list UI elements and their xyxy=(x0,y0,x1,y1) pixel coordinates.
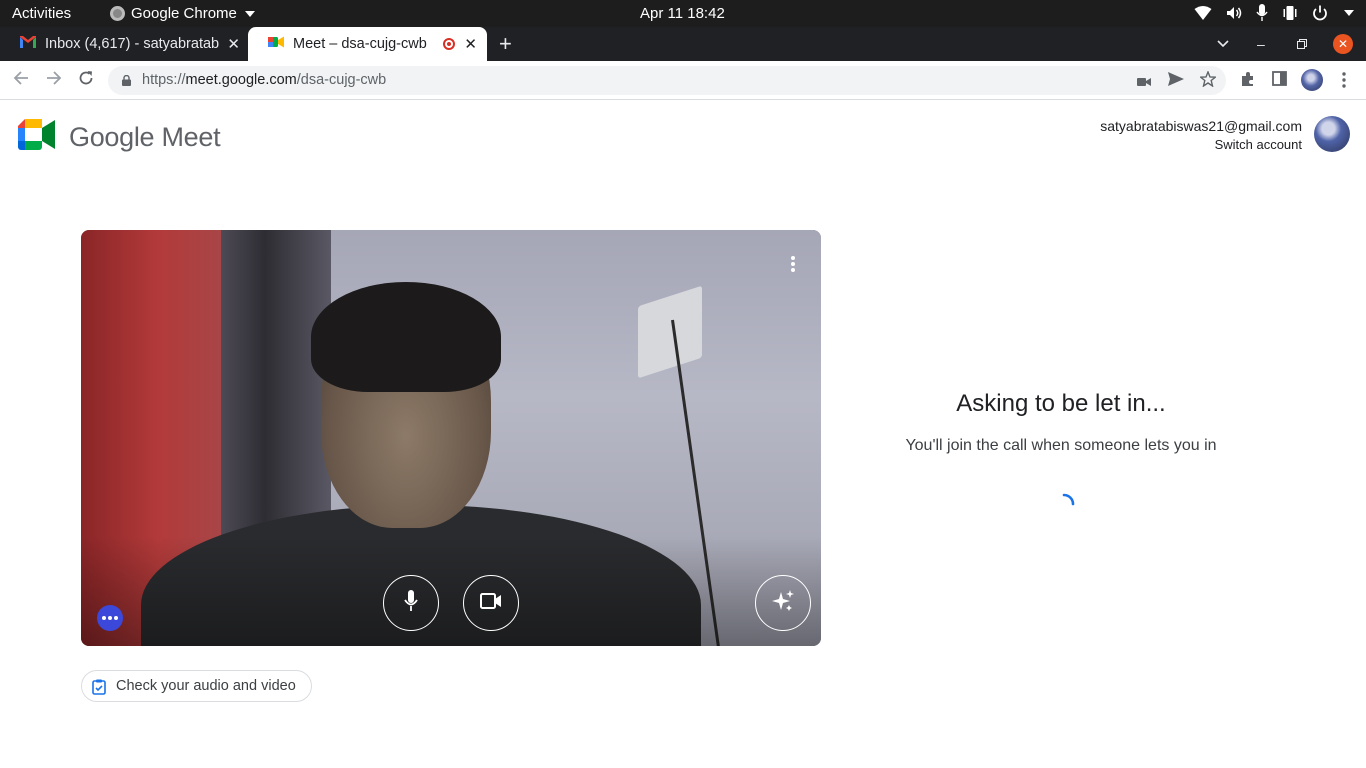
tab-search-icon[interactable] xyxy=(1217,27,1229,61)
google-meet-logo[interactable]: Google Meet xyxy=(18,119,221,155)
effects-menu-button[interactable] xyxy=(97,605,123,631)
account-info: satyabratabiswas21@gmail.com Switch acco… xyxy=(1100,118,1302,152)
microphone-icon xyxy=(1256,4,1268,21)
sparkle-icon xyxy=(771,589,795,618)
omnibox[interactable]: https://meet.google.com/dsa-cujg-cwb xyxy=(108,66,1226,95)
person-silhouette xyxy=(311,282,501,392)
close-window-icon[interactable]: ✕ xyxy=(1333,34,1353,54)
app-menu[interactable]: Google Chrome xyxy=(110,5,255,22)
side-panel-icon[interactable] xyxy=(1272,71,1287,91)
vibrate-icon xyxy=(1282,5,1298,21)
visual-effects-button[interactable] xyxy=(755,575,811,631)
status-title: Asking to be let in... xyxy=(956,390,1166,417)
account-avatar[interactable] xyxy=(1314,116,1350,152)
more-options-icon[interactable] xyxy=(785,254,801,274)
lock-icon[interactable] xyxy=(122,74,131,86)
forward-icon[interactable] xyxy=(46,70,62,91)
tab-title: Inbox (4,617) - satyabratabiswas21@gmail… xyxy=(45,36,219,52)
clock[interactable]: Apr 11 18:42 xyxy=(640,5,725,22)
os-top-bar: Activities Google Chrome Apr 11 18:42 xyxy=(0,0,1366,27)
reload-icon[interactable] xyxy=(78,70,94,91)
close-tab-icon[interactable]: ✕ xyxy=(464,35,477,53)
tab-inbox[interactable]: Inbox (4,617) - satyabratabiswas21@gmail… xyxy=(0,27,250,61)
video-camera-icon xyxy=(480,592,502,614)
volume-icon xyxy=(1226,5,1242,21)
close-tab-icon[interactable]: ✕ xyxy=(227,35,240,53)
browser-toolbar: https://meet.google.com/dsa-cujg-cwb xyxy=(0,61,1366,100)
restore-icon[interactable] xyxy=(1297,27,1307,61)
gmail-icon xyxy=(20,36,36,52)
tab-strip: Inbox (4,617) - satyabratabiswas21@gmail… xyxy=(0,27,1366,61)
bookmark-star-icon[interactable] xyxy=(1198,70,1218,92)
wifi-icon xyxy=(1194,5,1212,21)
meet-logo-icon xyxy=(18,119,55,155)
video-shade xyxy=(81,536,821,646)
chrome-menu-icon[interactable] xyxy=(1342,72,1346,93)
power-icon xyxy=(1312,5,1328,21)
microphone-icon xyxy=(404,589,418,617)
back-icon[interactable] xyxy=(13,70,29,91)
profile-avatar[interactable] xyxy=(1301,69,1323,91)
activities-button[interactable]: Activities xyxy=(12,5,71,22)
brand-name: Google Meet xyxy=(69,121,221,152)
recording-indicator-icon xyxy=(443,38,455,50)
tab-title: Meet – dsa-cujg-cwb xyxy=(293,36,427,52)
url-text: https://meet.google.com/dsa-cujg-cwb xyxy=(142,72,387,88)
camera-in-use-icon[interactable] xyxy=(1137,74,1151,92)
camera-toggle-button[interactable] xyxy=(463,575,519,631)
app-name: Google Chrome xyxy=(131,5,237,22)
chrome-icon xyxy=(110,6,125,21)
check-audio-video-button[interactable]: Check your audio and video xyxy=(81,670,312,702)
microphone-toggle-button[interactable] xyxy=(383,575,439,631)
send-icon[interactable] xyxy=(1168,72,1184,91)
tab-meet[interactable]: Meet – dsa-cujg-cwb ✕ xyxy=(248,27,487,61)
extensions-icon[interactable] xyxy=(1240,71,1256,92)
meet-favicon xyxy=(268,35,284,53)
tray-caret-icon xyxy=(1344,9,1354,16)
check-audio-video-label: Check your audio and video xyxy=(116,678,296,694)
caret-down-icon xyxy=(244,10,255,17)
clipboard-check-icon xyxy=(92,679,106,699)
self-video-preview xyxy=(81,230,821,646)
switch-account-link[interactable]: Switch account xyxy=(1100,137,1302,152)
loading-spinner-icon xyxy=(1052,492,1076,516)
system-tray[interactable] xyxy=(1194,4,1354,21)
account-email: satyabratabiswas21@gmail.com xyxy=(1100,118,1302,134)
status-subtitle: You'll join the call when someone lets y… xyxy=(905,437,1217,454)
minimize-icon[interactable]: – xyxy=(1257,27,1265,61)
new-tab-button[interactable]: + xyxy=(499,31,512,57)
